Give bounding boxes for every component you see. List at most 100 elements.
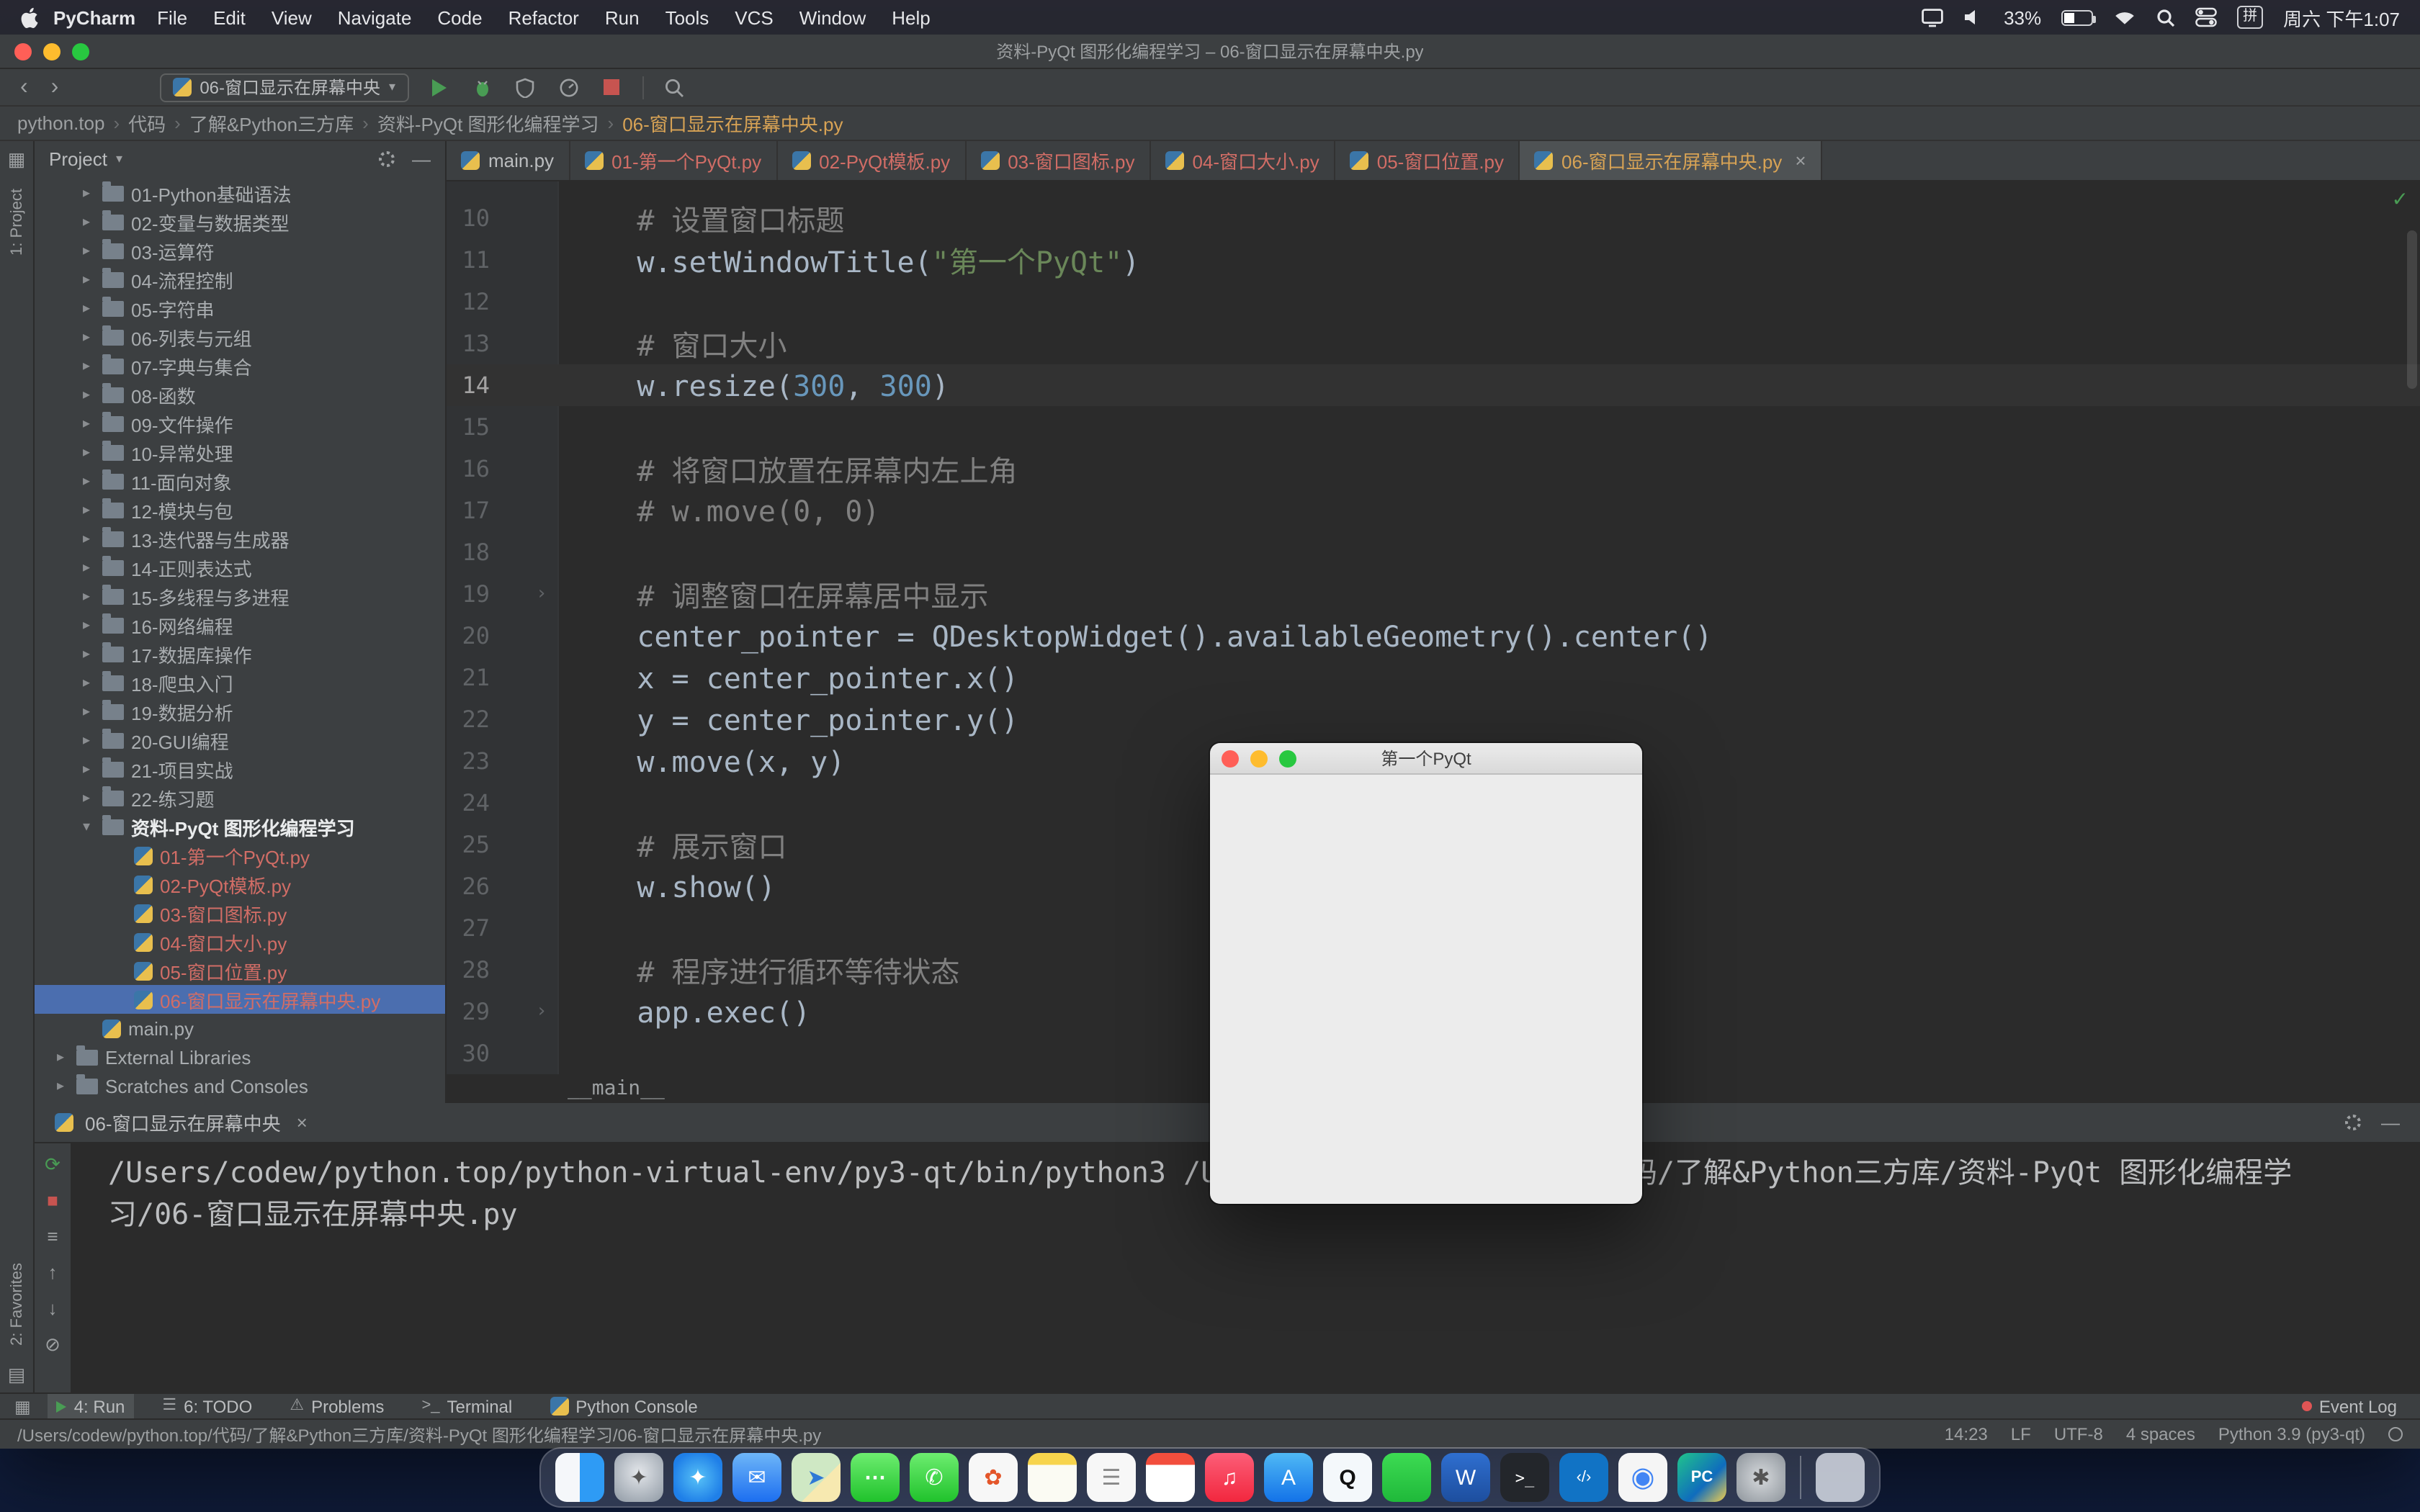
menu-vcs[interactable]: VCS xyxy=(735,6,773,28)
tree-file[interactable]: 04-窗口大小.py xyxy=(35,927,445,956)
tree-folder[interactable]: ▸05-字符串 xyxy=(35,294,445,323)
tree-folder-expanded[interactable]: ▾资料-PyQt 图形化编程学习 xyxy=(35,812,445,841)
status-widget-4-spaces[interactable]: 4 spaces xyxy=(2126,1424,2195,1444)
appstore-dock-icon[interactable]: A xyxy=(1264,1453,1313,1502)
facetime-dock-icon[interactable]: ✆ xyxy=(910,1453,959,1502)
messages-dock-icon[interactable]: ⋯ xyxy=(851,1453,900,1502)
menu-navigate[interactable]: Navigate xyxy=(338,6,412,28)
chrome-dock-icon[interactable]: ◉ xyxy=(1618,1453,1667,1502)
volume-icon[interactable] xyxy=(1963,9,1984,26)
editor-tab[interactable]: 01-第一个PyQt.py xyxy=(570,141,777,180)
hide-panel-icon[interactable]: — xyxy=(412,148,431,169)
run-tab-label[interactable]: 06-窗口显示在屏幕中央 xyxy=(85,1109,281,1136)
debug-button[interactable] xyxy=(469,74,495,100)
stop-button[interactable]: ■ xyxy=(47,1191,58,1210)
zoom-button[interactable] xyxy=(72,43,89,60)
tree-file[interactable]: main.py xyxy=(35,1014,445,1043)
tree-folder[interactable]: ▸11-面向对象 xyxy=(35,467,445,495)
status-widget-python-3-9-py3-qt[interactable]: Python 3.9 (py3-qt) xyxy=(2218,1424,2365,1444)
breadcrumb-item[interactable]: 06-窗口显示在屏幕中央.py xyxy=(622,109,843,137)
tree-folder[interactable]: ▸09-文件操作 xyxy=(35,409,445,438)
tree-folder[interactable]: ▸16-网络编程 xyxy=(35,611,445,639)
gear-icon[interactable] xyxy=(379,150,395,166)
fold-icon[interactable]: › xyxy=(536,1001,547,1022)
tree-file[interactable]: 01-第一个PyQt.py xyxy=(35,841,445,870)
tree-folder[interactable]: ▸01-Python基础语法 xyxy=(35,179,445,207)
menu-help[interactable]: Help xyxy=(892,6,931,28)
close-button[interactable] xyxy=(14,43,32,60)
pyqt-zoom-button[interactable] xyxy=(1279,750,1296,768)
apple-menu-icon[interactable] xyxy=(20,6,39,28)
editor-tab[interactable]: 04-窗口大小.py xyxy=(1150,141,1335,180)
favorites-strip-label[interactable]: 2: Favorites xyxy=(8,1262,25,1345)
word-dock-icon[interactable]: W xyxy=(1441,1453,1490,1502)
forward-icon[interactable]: › xyxy=(48,76,62,99)
tree-folder[interactable]: ▸10-异常处理 xyxy=(35,438,445,467)
minimize-button[interactable] xyxy=(43,43,60,60)
pycharm-dock-icon[interactable]: PC xyxy=(1677,1453,1726,1502)
music-dock-icon[interactable]: ♫ xyxy=(1205,1453,1254,1502)
toolwindow-button-event-log[interactable]: Event Log xyxy=(2293,1396,2406,1416)
coverage-button[interactable] xyxy=(512,74,538,100)
tree-item-external-libraries[interactable]: ▸External Libraries xyxy=(35,1043,445,1071)
tree-folder[interactable]: ▸19-数据分析 xyxy=(35,697,445,726)
launchpad-dock-icon[interactable]: ✦ xyxy=(614,1453,663,1502)
breadcrumb-item[interactable]: python.top xyxy=(17,112,104,134)
safari-dock-icon[interactable]: ✦ xyxy=(673,1453,722,1502)
vscode-dock-icon[interactable]: ‹/› xyxy=(1559,1453,1608,1502)
menu-window[interactable]: Window xyxy=(799,6,866,28)
editor-tab[interactable]: main.py xyxy=(447,141,570,180)
input-source-icon[interactable]: 拼 xyxy=(2237,6,2263,29)
pyqt-app-window[interactable]: 第一个PyQt xyxy=(1210,743,1642,1204)
status-widget-utf-8[interactable]: UTF-8 xyxy=(2054,1424,2103,1444)
pyqt-close-button[interactable] xyxy=(1222,750,1239,768)
qq-dock-icon[interactable]: Q xyxy=(1323,1453,1372,1502)
gear-icon[interactable] xyxy=(2345,1115,2361,1130)
mail-dock-icon[interactable]: ✉ xyxy=(732,1453,781,1502)
tree-file[interactable]: 03-窗口图标.py xyxy=(35,899,445,927)
tree-folder[interactable]: ▸17-数据库操作 xyxy=(35,639,445,668)
wifi-icon[interactable] xyxy=(2113,9,2136,26)
tree-folder[interactable]: ▸08-函数 xyxy=(35,380,445,409)
breadcrumb-item[interactable]: 代码 xyxy=(128,109,166,137)
tree-folder[interactable]: ▸13-迭代器与生成器 xyxy=(35,524,445,553)
inspections-ok-icon[interactable]: ✓ xyxy=(2392,187,2408,212)
status-widget-lf[interactable]: LF xyxy=(2011,1424,2031,1444)
menu-tools[interactable]: Tools xyxy=(666,6,709,28)
close-icon[interactable]: × xyxy=(1795,150,1806,171)
notes-dock-icon[interactable] xyxy=(1028,1453,1077,1502)
structure-tool-icon[interactable]: ▤ xyxy=(8,1365,26,1384)
breadcrumb-item[interactable]: 资料-PyQt 图形化编程学习 xyxy=(377,109,599,137)
tree-folder[interactable]: ▸22-练习题 xyxy=(35,783,445,812)
fold-icon[interactable]: › xyxy=(536,583,547,605)
clear-console-icon[interactable]: ⊘ xyxy=(45,1335,60,1354)
pyqt-minimize-button[interactable] xyxy=(1250,750,1268,768)
photos-dock-icon[interactable]: ✿ xyxy=(969,1453,1018,1502)
tree-folder[interactable]: ▸02-变量与数据类型 xyxy=(35,207,445,236)
control-center-icon[interactable] xyxy=(2195,7,2217,27)
tree-file[interactable]: 02-PyQt模板.py xyxy=(35,870,445,899)
breadcrumb-scope[interactable]: __main__ xyxy=(568,1077,665,1100)
toolwindow-button-terminal[interactable]: >_Terminal xyxy=(413,1394,521,1418)
stop-button[interactable] xyxy=(599,74,624,100)
menu-view[interactable]: View xyxy=(272,6,312,28)
editor-scrollbar[interactable] xyxy=(2407,230,2417,389)
menu-code[interactable]: Code xyxy=(437,6,482,28)
tree-folder[interactable]: ▸06-列表与元组 xyxy=(35,323,445,351)
maps-dock-icon[interactable]: ➤ xyxy=(792,1453,841,1502)
scroll-down-icon[interactable]: ↓ xyxy=(48,1299,58,1318)
rerun-button[interactable]: ⟳ xyxy=(45,1155,60,1174)
tree-folder[interactable]: ▸12-模块与包 xyxy=(35,495,445,524)
spotlight-search-icon[interactable] xyxy=(2156,8,2175,27)
close-icon[interactable]: × xyxy=(297,1112,308,1133)
hide-panel-icon[interactable]: — xyxy=(2381,1112,2400,1133)
tree-folder[interactable]: ▸14-正则表达式 xyxy=(35,553,445,582)
battery-icon[interactable] xyxy=(2061,9,2093,25)
toolwindow-button-problems[interactable]: ⚠Problems xyxy=(281,1394,393,1418)
tree-folder[interactable]: ▸07-字典与集合 xyxy=(35,351,445,380)
finder-dock-icon[interactable] xyxy=(555,1453,604,1502)
toolwindow-button-python-console[interactable]: Python Console xyxy=(541,1394,706,1418)
editor-tab[interactable]: 03-窗口图标.py xyxy=(966,141,1150,180)
toolwindow-button-6-todo[interactable]: ☰6: TODO xyxy=(153,1394,261,1418)
tree-folder[interactable]: ▸21-项目实战 xyxy=(35,755,445,783)
